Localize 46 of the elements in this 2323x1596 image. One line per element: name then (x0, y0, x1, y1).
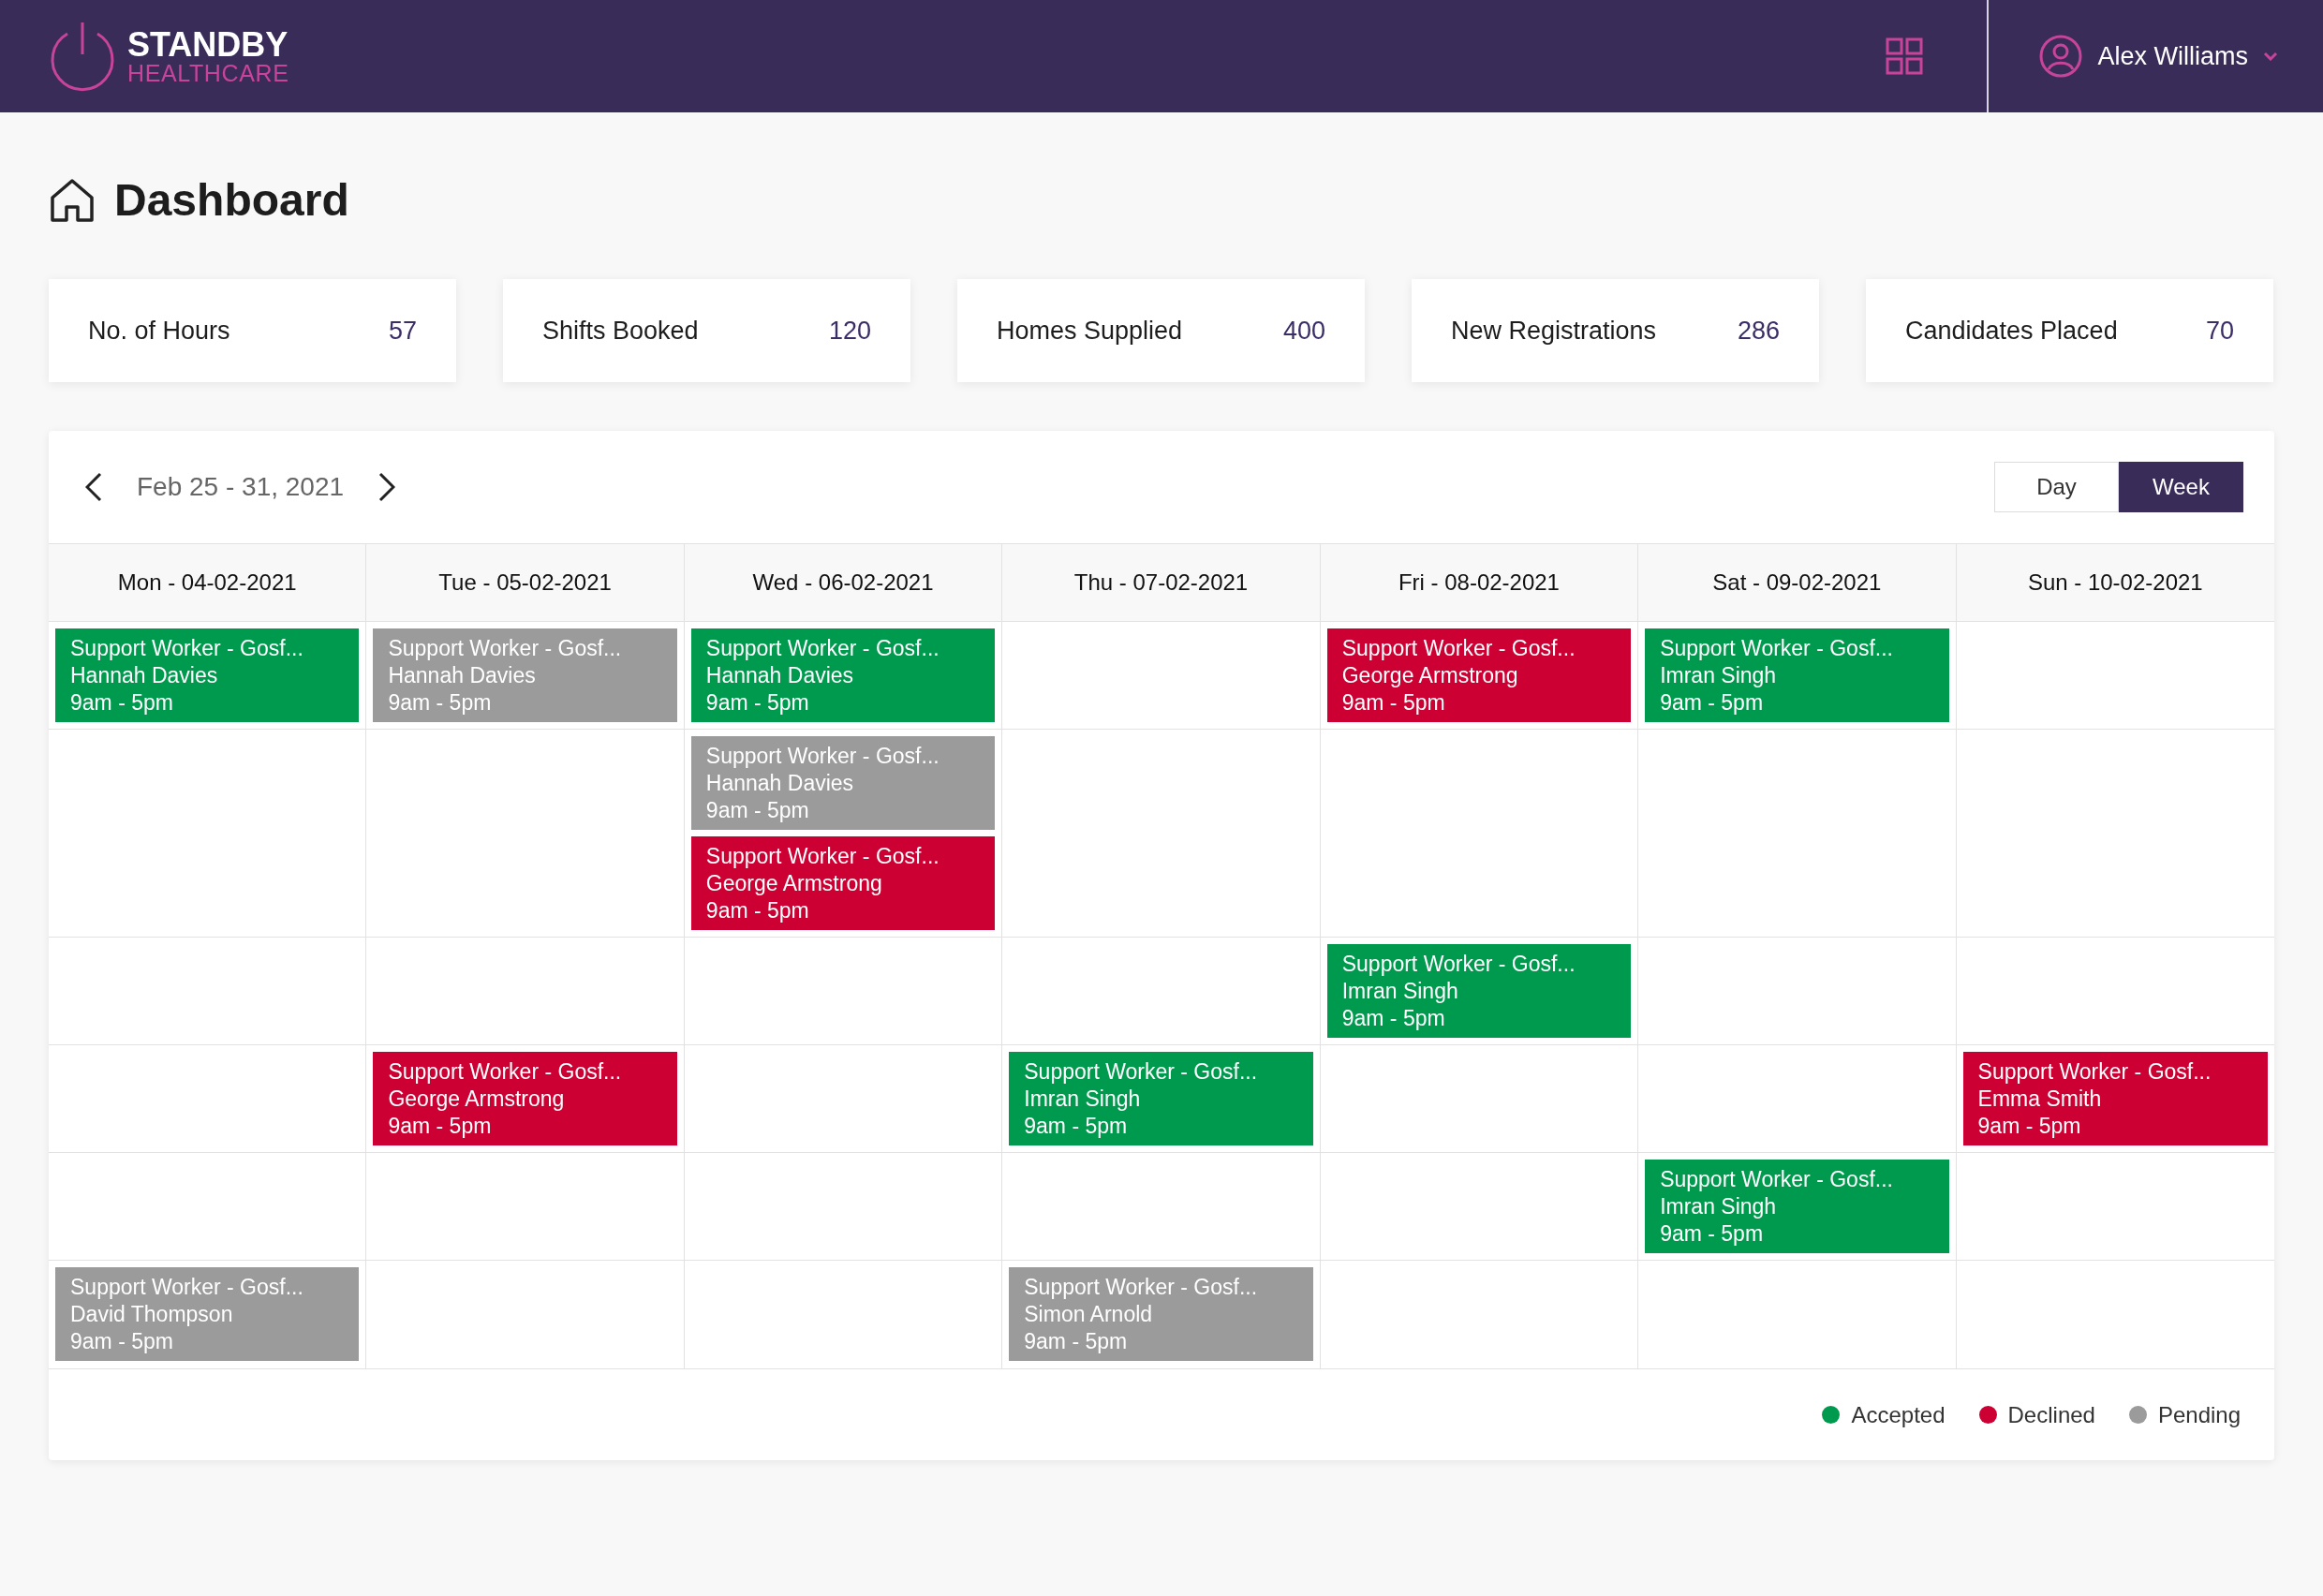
shift-event[interactable]: Support Worker - Gosf... George Armstrong 9am - 5pm (1326, 628, 1632, 722)
shift-event[interactable]: Support Worker - Gosf... Hannah Davies 9am - 5pm (690, 628, 996, 722)
view-tab[interactable]: Day (1994, 462, 2119, 512)
shift-event[interactable]: Support Worker - Gosf... Imran Singh 9am - 5pm (1009, 1052, 1313, 1145)
shift-event[interactable]: Support Worker - Gosf... Hannah Davies 9am - 5pm (55, 628, 360, 722)
shift-event[interactable]: Support Worker - Gosf... George Armstrong 9am - 5pm (690, 836, 996, 930)
date-range: Feb 25 - 31, 2021 (137, 471, 345, 503)
shift-event[interactable]: Support Worker - Gosf... George Armstrong 9am - 5pm (373, 1052, 677, 1145)
day-header: Sun - 10-02-2021 (2027, 569, 2203, 597)
stat-label: Shifts Booked (542, 315, 699, 347)
stat-value: 400 (1282, 315, 1325, 347)
day-header: Sat - 09-02-2021 (1712, 569, 1882, 597)
shift-event[interactable]: Support Worker - Gosf... David Thompson 9am - 5pm (55, 1267, 360, 1361)
day-header: Thu - 07-02-2021 (1073, 569, 1249, 597)
shift-event[interactable]: Support Worker - Gosf... Hannah Davies 9am - 5pm (373, 628, 677, 722)
user-menu-button[interactable]: Alex Williams (1989, 0, 2323, 112)
power-logo-icon (49, 21, 116, 92)
stat-label: Homes Supplied (997, 315, 1183, 347)
stat-value: 57 (388, 315, 417, 347)
legend-label: Accepted (1851, 1400, 1946, 1429)
day-header: Tue - 05-02-2021 (438, 569, 612, 597)
chevron-down-icon (2263, 52, 2278, 61)
shift-event[interactable]: Support Worker - Gosf... Imran Singh 9am - 5pm (1326, 944, 1632, 1038)
stat-label: Candidates Placed (1905, 315, 2118, 347)
apps-grid-button[interactable] (1884, 36, 1926, 77)
brand-subtitle: HEALTHCARE (127, 61, 289, 85)
stat-label: No. of Hours (88, 315, 230, 347)
shift-event[interactable]: Support Worker - Gosf... Emma Smith 9am - 5pm (1962, 1052, 2268, 1145)
stat-value: 70 (2205, 315, 2234, 347)
shift-event[interactable]: Support Worker - Gosf... Imran Singh 9am - 5pm (1645, 1160, 1949, 1253)
stat-label: New Registrations (1451, 315, 1657, 347)
home-icon (49, 177, 96, 224)
shift-event[interactable]: Support Worker - Gosf... Simon Arnold 9am - 5pm (1009, 1267, 1313, 1361)
stat-value: 120 (828, 315, 871, 347)
user-icon (2039, 35, 2083, 78)
brand-name: STANDBY (127, 27, 289, 62)
page-title: Dashboard (114, 174, 349, 227)
shift-event[interactable]: Support Worker - Gosf... Hannah Davies 9am - 5pm (690, 736, 996, 830)
stat-value: 286 (1737, 315, 1780, 347)
day-header: Fri - 08-02-2021 (1398, 569, 1560, 597)
day-header: Wed - 06-02-2021 (752, 569, 934, 597)
day-header: Mon - 04-02-2021 (117, 569, 297, 597)
legend-label: Pending (2157, 1400, 2241, 1429)
view-tab[interactable]: Week (2119, 462, 2243, 512)
legend-label: Declined (2007, 1400, 2095, 1429)
shift-event[interactable]: Support Worker - Gosf... Imran Singh 9am - 5pm (1645, 628, 1949, 722)
